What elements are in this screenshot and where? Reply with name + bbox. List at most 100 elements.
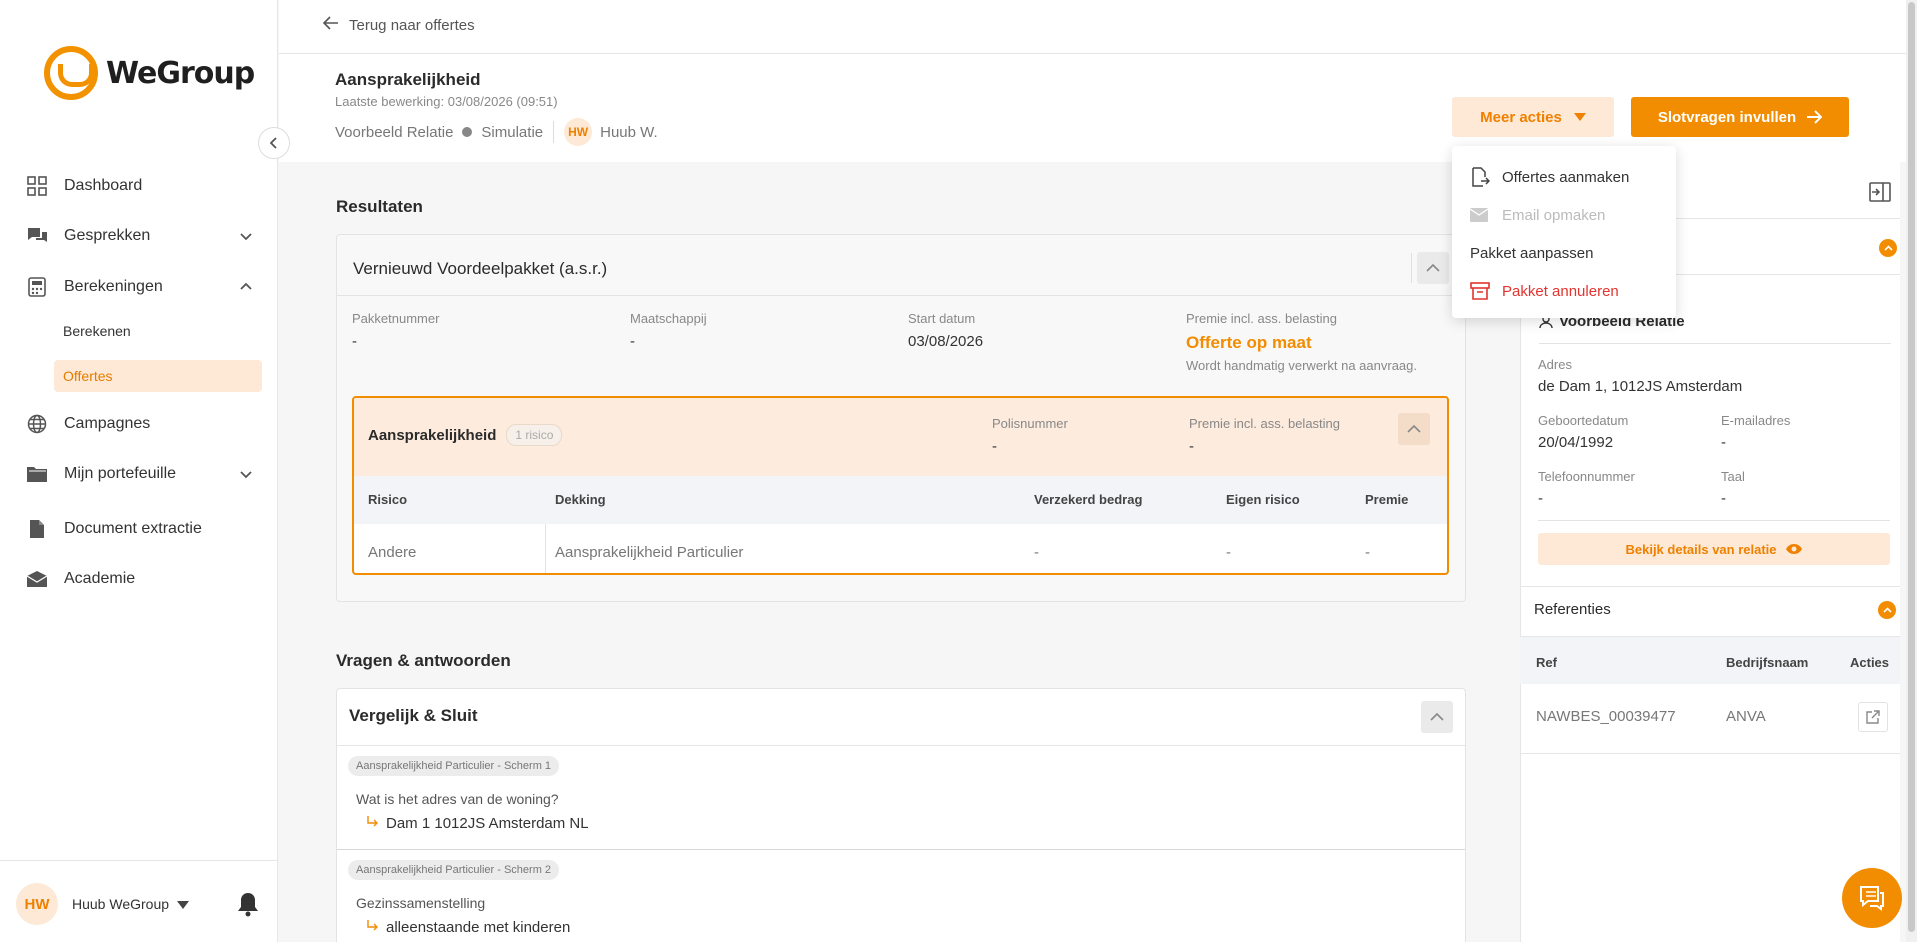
sidebar-subitem-berekenen[interactable]: Berekenen bbox=[54, 315, 262, 347]
caret-down-icon bbox=[177, 896, 190, 913]
scrollbar-thumb[interactable] bbox=[1908, 2, 1915, 932]
sidebar-item-portefeuille[interactable]: Mijn portefeuille bbox=[26, 459, 254, 489]
sidebar-item-gesprekken[interactable]: Gesprekken bbox=[26, 221, 254, 251]
status-text: Simulatie bbox=[481, 123, 544, 141]
sidebar-label: Dashboard bbox=[64, 177, 143, 194]
cell-dekking: Aansprakelijkheid Particulier bbox=[555, 544, 744, 561]
cell-risico: Andere bbox=[368, 544, 417, 561]
user-name: Huub WeGroup bbox=[72, 896, 170, 912]
menu-item-pakket-aanpassen[interactable]: Pakket aanpassen bbox=[1452, 234, 1676, 272]
more-actions-button[interactable]: Meer acties bbox=[1452, 97, 1614, 137]
column-header: Dekking bbox=[555, 492, 606, 507]
premie-value: Offerte op maat bbox=[1186, 333, 1312, 352]
page-title: Aansprakelijkheid bbox=[335, 70, 481, 89]
menu-item-offertes-aanmaken[interactable]: Offertes aanmaken bbox=[1452, 158, 1676, 196]
results-section-title: Resultaten bbox=[336, 197, 423, 216]
menu-item-email-opmaken[interactable]: Email opmaken bbox=[1452, 196, 1676, 234]
column-header: Acties bbox=[1850, 655, 1890, 670]
chevron-up-icon bbox=[1430, 712, 1444, 721]
premie-note: Wordt handmatig verwerkt na aanvraag. bbox=[1186, 358, 1417, 373]
taal-value: - bbox=[1721, 490, 1726, 507]
telefoon-label: Telefoonnummer bbox=[1538, 469, 1635, 484]
view-relation-details-button[interactable]: Bekijk details van relatie bbox=[1538, 533, 1890, 565]
coverage-card: Aansprakelijkheid 1 risico Polisnummer -… bbox=[352, 396, 1449, 575]
globe-icon bbox=[26, 413, 48, 435]
external-link-icon bbox=[1866, 710, 1880, 724]
collapse-package-button[interactable] bbox=[1417, 252, 1449, 284]
chat-support-button[interactable] bbox=[1842, 868, 1902, 928]
sidebar-item-document-extractie[interactable]: Document extractie bbox=[26, 514, 254, 544]
wegroup-logo-icon bbox=[44, 46, 98, 100]
cell-premie: - bbox=[1365, 544, 1370, 561]
user-menu[interactable]: HW Huub WeGroup bbox=[16, 883, 190, 925]
start-datum-value: 03/08/2026 bbox=[908, 333, 984, 350]
arrow-right-icon bbox=[1807, 110, 1823, 124]
chevron-up-icon[interactable] bbox=[1878, 601, 1896, 619]
sidebar-label: Academie bbox=[64, 570, 136, 587]
start-datum-label: Start datum bbox=[908, 311, 976, 326]
chevron-up-icon bbox=[238, 279, 254, 299]
arrow-return-icon bbox=[366, 815, 378, 832]
sidebar-item-academie[interactable]: Academie bbox=[26, 564, 254, 594]
divider bbox=[1538, 520, 1890, 521]
logo-text: WeGroup bbox=[106, 55, 255, 91]
divider bbox=[1539, 343, 1891, 344]
geboortedatum-value: 20/04/1992 bbox=[1538, 434, 1614, 451]
divider bbox=[337, 295, 1465, 296]
sidebar-item-campagnes[interactable]: Campagnes bbox=[26, 409, 254, 439]
relation-link[interactable]: Voorbeeld Relatie bbox=[335, 124, 453, 141]
open-reference-button[interactable] bbox=[1858, 702, 1888, 732]
adres-value: de Dam 1, 1012JS Amsterdam bbox=[1538, 378, 1743, 395]
wegroup-logo[interactable]: WeGroup bbox=[44, 46, 255, 100]
column-header: Risico bbox=[368, 492, 408, 507]
qa-answer-text: alleenstaande met kinderen bbox=[386, 919, 571, 936]
adres-label: Adres bbox=[1538, 357, 1572, 372]
sidebar-subitem-offertes[interactable]: Offertes bbox=[54, 360, 262, 392]
topbar: Terug naar offertes bbox=[279, 0, 1917, 54]
chevron-up-icon[interactable] bbox=[1879, 239, 1897, 257]
archive-icon bbox=[1470, 281, 1492, 301]
qa-answer-text: Dam 1 1012JS Amsterdam NL bbox=[386, 815, 589, 832]
menu-item-label: Pakket annuleren bbox=[1502, 282, 1619, 300]
menu-item-pakket-annuleren[interactable]: Pakket annuleren bbox=[1452, 272, 1676, 310]
divider bbox=[1520, 586, 1900, 587]
qa-question: Wat is het adres van de woning? bbox=[356, 791, 559, 807]
collapse-coverage-button[interactable] bbox=[1398, 413, 1430, 445]
divider bbox=[553, 121, 555, 143]
collapse-sidebar-button[interactable] bbox=[258, 127, 290, 159]
sidebar-item-dashboard[interactable]: Dashboard bbox=[26, 171, 254, 201]
email-label: E-mailadres bbox=[1721, 413, 1791, 428]
divider bbox=[545, 524, 546, 573]
envelope-icon bbox=[1470, 208, 1492, 222]
grid-icon bbox=[26, 175, 48, 197]
sidebar-label: Gesprekken bbox=[64, 227, 151, 244]
sidebar-label: Campagnes bbox=[64, 415, 151, 432]
column-header: Ref bbox=[1536, 655, 1557, 670]
menu-item-label: Offertes aanmaken bbox=[1502, 168, 1630, 186]
chevron-down-icon bbox=[238, 466, 254, 486]
more-actions-dropdown: Offertes aanmaken Email opmaken Pakket a… bbox=[1452, 146, 1676, 318]
qa-question: Gezinssamenstelling bbox=[356, 895, 486, 911]
divider bbox=[1411, 253, 1412, 283]
column-header: Bedrijfsnaam bbox=[1726, 655, 1809, 670]
status-dot-icon bbox=[462, 127, 473, 137]
sidebar-label: Berekeningen bbox=[64, 278, 163, 295]
meta-row: Voorbeeld Relatie Simulatie HW Huub W. bbox=[335, 118, 658, 146]
panel-collapse-icon[interactable] bbox=[1869, 182, 1891, 206]
back-link-label: Terug naar offertes bbox=[349, 17, 475, 34]
back-link[interactable]: Terug naar offertes bbox=[322, 16, 475, 35]
details-button-label: Bekijk details van relatie bbox=[1625, 541, 1777, 557]
owner-name: Huub W. bbox=[600, 123, 658, 141]
arrow-left-icon bbox=[322, 16, 339, 35]
qa-section-title: Vragen & antwoorden bbox=[336, 651, 511, 670]
page-scrollbar[interactable] bbox=[1906, 0, 1917, 942]
mail-open-icon bbox=[26, 568, 48, 590]
collapse-qa-button[interactable] bbox=[1421, 701, 1453, 733]
slotvragen-button[interactable]: Slotvragen invullen bbox=[1631, 97, 1849, 137]
premie-label: Premie incl. ass. belasting bbox=[1186, 311, 1338, 326]
sidebar-footer: HW Huub WeGroup bbox=[0, 860, 278, 942]
sidebar-item-berekeningen[interactable]: Berekeningen bbox=[26, 272, 254, 302]
taal-label: Taal bbox=[1721, 469, 1745, 484]
bell-icon[interactable] bbox=[236, 891, 260, 921]
slotvragen-label: Slotvragen invullen bbox=[1657, 108, 1797, 126]
